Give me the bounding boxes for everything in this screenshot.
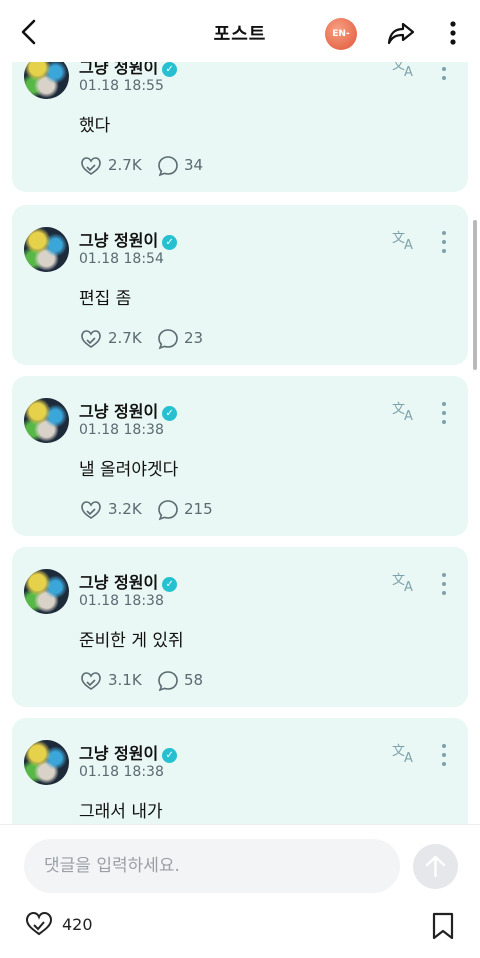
heart-hand-icon[interactable]	[24, 909, 54, 939]
more-vertical-icon[interactable]	[438, 571, 450, 597]
share-icon[interactable]	[385, 18, 417, 48]
verified-icon: ✓	[162, 406, 178, 421]
post-text: 했다	[79, 116, 111, 136]
comment-icon[interactable]	[157, 328, 179, 350]
comment-input[interactable]	[24, 839, 400, 893]
post-card[interactable]: 그냥 정원이 ✓ 01.18 18:38 낼 올려야겟다 3.2K 215 文 A	[12, 376, 468, 536]
arrow-up-icon	[425, 855, 446, 878]
post-card[interactable]: 그냥 정원이 ✓ 01.18 18:38 그래서 내가 文 A	[12, 718, 468, 824]
translate-icon[interactable]: 文 A	[392, 398, 418, 422]
more-vertical-icon[interactable]	[438, 62, 450, 82]
scrollbar[interactable]	[473, 220, 477, 370]
comment-count: 34	[184, 156, 204, 174]
avatar[interactable]	[24, 227, 69, 272]
heart-hand-icon[interactable]	[79, 154, 103, 178]
author-name: 그냥 정원이 ✓	[79, 740, 178, 764]
translate-icon[interactable]: 文 A	[392, 740, 418, 764]
post-date: 01.18 18:38	[79, 422, 164, 438]
comment-count: 58	[184, 671, 204, 689]
comment-icon[interactable]	[157, 670, 179, 692]
like-count: 420	[62, 915, 93, 934]
like-count: 3.1K	[108, 671, 142, 689]
author-name: 그냥 정원이 ✓	[79, 62, 178, 78]
bottom-bar: 420	[0, 824, 480, 958]
comment-icon[interactable]	[157, 499, 179, 521]
post-text: 편집 좀	[79, 289, 132, 309]
post-date: 01.18 18:38	[79, 764, 164, 780]
comment-count: 215	[184, 500, 213, 518]
post-date: 01.18 18:38	[79, 593, 164, 609]
comment-count: 23	[184, 329, 204, 347]
post-text: 준비한 게 있쥐	[79, 631, 184, 651]
heart-hand-icon[interactable]	[79, 327, 103, 351]
send-button[interactable]	[413, 844, 458, 889]
translate-icon[interactable]: 文 A	[392, 227, 418, 251]
post-feed[interactable]: 그냥 정원이 ✓ 01.18 18:55 했다 2.7K 34 文 A 그냥 정원…	[0, 62, 480, 824]
post-date: 01.18 18:55	[79, 78, 164, 94]
author-name: 그냥 정원이 ✓	[79, 569, 178, 593]
post-card[interactable]: 그냥 정원이 ✓ 01.18 18:54 편집 좀 2.7K 23 文 A	[12, 205, 468, 365]
avatar[interactable]	[24, 62, 69, 99]
verified-icon: ✓	[162, 577, 178, 592]
more-vertical-icon[interactable]	[440, 18, 466, 48]
translate-icon[interactable]: 文 A	[392, 62, 418, 78]
like-count: 2.7K	[108, 329, 142, 347]
author-name: 그냥 정원이 ✓	[79, 227, 178, 251]
post-date: 01.18 18:54	[79, 251, 164, 267]
bookmark-icon[interactable]	[430, 911, 456, 941]
top-bar: 포스트 EN-	[0, 0, 480, 62]
heart-hand-icon[interactable]	[79, 669, 103, 693]
more-vertical-icon[interactable]	[438, 742, 450, 768]
verified-icon: ✓	[162, 235, 178, 250]
svg-text:A: A	[404, 65, 413, 78]
author-name: 그냥 정원이 ✓	[79, 398, 178, 422]
post-card[interactable]: 그냥 정원이 ✓ 01.18 18:55 했다 2.7K 34 文 A	[12, 62, 468, 192]
post-text: 그래서 내가	[79, 802, 163, 822]
svg-text:A: A	[404, 238, 413, 251]
avatar[interactable]	[24, 398, 69, 443]
post-text: 낼 올려야겟다	[79, 460, 179, 480]
svg-text:A: A	[404, 580, 413, 593]
more-vertical-icon[interactable]	[438, 229, 450, 255]
avatar[interactable]	[24, 569, 69, 614]
language-badge[interactable]: EN-	[325, 18, 357, 50]
svg-text:A: A	[404, 751, 413, 764]
verified-icon: ✓	[162, 62, 178, 77]
svg-text:A: A	[404, 409, 413, 422]
like-count: 2.7K	[108, 156, 142, 174]
post-card[interactable]: 그냥 정원이 ✓ 01.18 18:38 준비한 게 있쥐 3.1K 58 文 A	[12, 547, 468, 707]
comment-icon[interactable]	[157, 155, 179, 177]
heart-hand-icon[interactable]	[79, 498, 103, 522]
avatar[interactable]	[24, 740, 69, 785]
verified-icon: ✓	[162, 748, 178, 763]
more-vertical-icon[interactable]	[438, 400, 450, 426]
like-count: 3.2K	[108, 500, 142, 518]
translate-icon[interactable]: 文 A	[392, 569, 418, 593]
